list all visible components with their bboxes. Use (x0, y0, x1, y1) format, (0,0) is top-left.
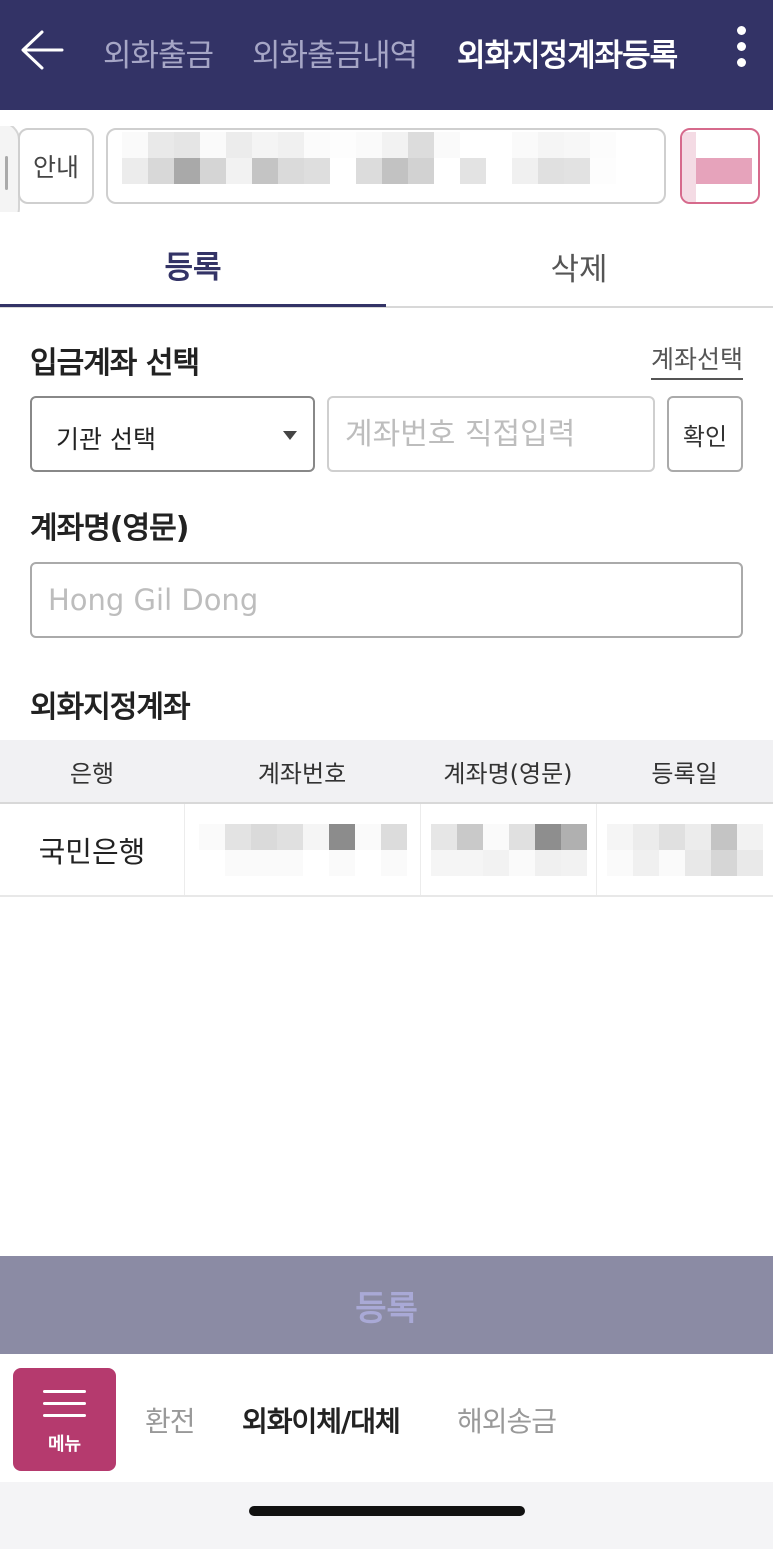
nav-fx-transfer[interactable]: 외화이체/대체 (242, 1400, 401, 1440)
row-registered-date-redacted (596, 804, 773, 895)
register-button[interactable]: 등록 (0, 1256, 773, 1354)
account-name-title: 계좌명(영문) (30, 511, 189, 546)
mode-tabs: 등록 삭제 (0, 224, 773, 308)
row-account-name-redacted (420, 804, 596, 895)
designated-accounts-title: 외화지정계좌 (30, 690, 191, 725)
app-header: 외화출금 외화출금내역 외화지정계좌등록 (0, 0, 773, 110)
bottom-nav: 메뉴 환전 외화이체/대체 해외송금 (0, 1354, 773, 1482)
row-bank: 국민은행 (38, 834, 146, 869)
table-header: 은행 계좌번호 계좌명(영문) 등록일 (0, 740, 773, 804)
confirm-button[interactable]: 확인 (667, 396, 743, 472)
menu-button[interactable]: 메뉴 (13, 1368, 116, 1471)
info-button[interactable]: 안내 (18, 128, 94, 204)
tab-fx-withdraw-history[interactable]: 외화출금내역 (252, 30, 418, 75)
account-select-link[interactable]: 계좌선택 (650, 340, 743, 380)
home-indicator[interactable] (249, 1506, 525, 1516)
promo-banner[interactable] (680, 128, 760, 204)
institution-select[interactable]: 기관 선택 (30, 396, 315, 472)
notice-banner[interactable] (106, 128, 666, 204)
notice-strip: 안내 (0, 126, 773, 212)
col-account-number: 계좌번호 (257, 759, 347, 788)
institution-select-value: 기관 선택 (56, 425, 156, 454)
table-row[interactable]: 국민은행 (0, 804, 773, 897)
col-bank: 은행 (69, 759, 115, 788)
more-vertical-icon (731, 26, 751, 67)
col-account-name: 계좌명(영문) (443, 759, 573, 788)
row-account-number-redacted (184, 804, 420, 895)
nav-exchange[interactable]: 환전 (145, 1400, 196, 1440)
caret-down-icon (283, 431, 297, 440)
nav-overseas-remittance[interactable]: 해외송금 (457, 1400, 557, 1440)
menu-label: 메뉴 (47, 1434, 82, 1455)
carousel-prev-handle[interactable] (0, 126, 20, 212)
redacted-account-number (198, 823, 407, 876)
tab-fx-designated-account[interactable]: 외화지정계좌등록 (457, 30, 678, 75)
redacted-notice-text (122, 132, 616, 184)
account-name-input[interactable] (30, 562, 743, 638)
hamburger-icon (43, 1390, 86, 1426)
arrow-left-icon (21, 30, 64, 70)
home-indicator-area (0, 1482, 773, 1549)
account-number-input[interactable] (327, 396, 655, 472)
redacted-registered-date (607, 823, 763, 876)
redacted-account-name (430, 823, 587, 876)
col-registered-date: 등록일 (651, 759, 718, 788)
more-menu-button[interactable] (731, 26, 751, 76)
tab-delete[interactable]: 삭제 (386, 224, 772, 308)
tab-register[interactable]: 등록 (0, 224, 386, 307)
deposit-account-title: 입금계좌 선택 (30, 346, 200, 381)
back-button[interactable] (18, 28, 66, 72)
tab-fx-withdraw[interactable]: 외화출금 (103, 30, 214, 75)
